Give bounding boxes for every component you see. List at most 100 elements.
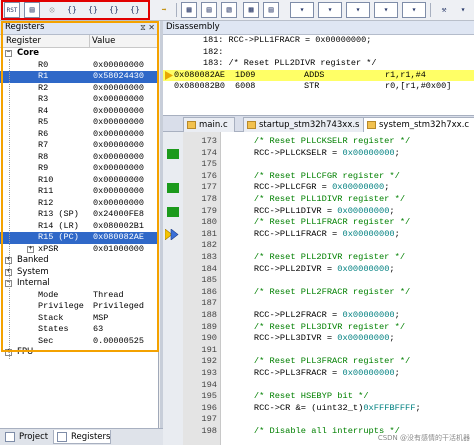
disassembly-source-line[interactable]: 182:: [163, 47, 474, 59]
register-row[interactable]: R9 0x00000000: [0, 163, 158, 175]
tab-main-c[interactable]: main.c: [183, 117, 235, 132]
code-line[interactable]: 180 /* Reset PLL1FRACR register */: [163, 217, 474, 229]
analysis-window-icon[interactable]: ▾: [374, 2, 398, 18]
register-value[interactable]: 0x00000000: [93, 117, 144, 129]
register-value[interactable]: 0x00000000: [93, 106, 144, 118]
register-row[interactable]: R5 0x00000000: [0, 117, 158, 129]
disassembly-instruction[interactable]: 0x080082B0 6008 STR r0,[r1,#0x00]: [163, 81, 474, 93]
code-line[interactable]: 189 /* Reset PLL3DIVR register */: [163, 322, 474, 334]
register-value[interactable]: 0x00000000: [93, 198, 144, 210]
code-line[interactable]: 190 RCC->PLL3DIVR = 0x00000000;: [163, 333, 474, 345]
arrow-right-icon[interactable]: ➡: [156, 2, 172, 18]
register-value[interactable]: 0x00000000: [93, 83, 144, 95]
code-line[interactable]: 178 /* Reset PLL1DIVR register */: [163, 194, 474, 206]
memory-window-icon[interactable]: ▾: [318, 2, 342, 18]
code-line[interactable]: 186 /* Reset PLL2FRACR register */: [163, 287, 474, 299]
register-row[interactable]: Sec 0.00000525: [0, 336, 158, 348]
register-row[interactable]: R8 0x00000000: [0, 152, 158, 164]
code-line[interactable]: 182: [163, 240, 474, 252]
code-line[interactable]: 185: [163, 275, 474, 287]
code-line[interactable]: 194: [163, 380, 474, 392]
register-row[interactable]: R11 0x00000000: [0, 186, 158, 198]
register-value[interactable]: 0x00000000: [93, 175, 144, 187]
tab-startup-s[interactable]: startup_stm32h743xx.s: [243, 117, 367, 132]
register-value[interactable]: 0x00000000: [93, 60, 144, 72]
code-line[interactable]: 195 /* Reset HSEBYP bit */: [163, 391, 474, 403]
code-line[interactable]: 181 RCC->PLL1FRACR = 0x00000000;: [163, 228, 474, 241]
register-value[interactable]: 0x00000000: [93, 163, 144, 175]
column-value[interactable]: Value: [92, 35, 115, 47]
register-row[interactable]: R2 0x00000000: [0, 83, 158, 95]
register-group[interactable]: − Internal: [0, 278, 158, 290]
source-editor[interactable]: 173 /* Reset PLLCKSELR register */174 RC…: [163, 132, 474, 445]
code-line[interactable]: 174 RCC->PLLCKSELR = 0x00000000;: [163, 148, 474, 160]
register-value[interactable]: 0x00000000: [93, 140, 144, 152]
code-line[interactable]: 196 RCC->CR &= (uint32_t)0xFFFBFFFF;: [163, 403, 474, 415]
code-line[interactable]: 183 /* Reset PLL2DIVR register */: [163, 252, 474, 264]
disassembly-listing[interactable]: 181: RCC->PLL1FRACR = 0x00000000; 182: 183…: [163, 35, 474, 93]
disassembly-source-line[interactable]: 183: /* Reset PLL2DIVR register */: [163, 58, 474, 70]
disassembly-source-line[interactable]: 181: RCC->PLL1FRACR = 0x00000000;: [163, 35, 474, 47]
register-row[interactable]: R15 (PC) 0x080082AE: [0, 232, 158, 244]
code-line[interactable]: 193 RCC->PLL3FRACR = 0x00000000;: [163, 368, 474, 380]
tab-project[interactable]: Project: [2, 430, 52, 444]
column-register[interactable]: Register: [6, 35, 41, 47]
register-row[interactable]: Mode Thread: [0, 290, 158, 302]
register-value[interactable]: 0x00000000: [93, 152, 144, 164]
register-value[interactable]: 63: [93, 324, 103, 336]
register-value[interactable]: 0x00000000: [93, 186, 144, 198]
register-row[interactable]: R0 0x00000000: [0, 60, 158, 72]
code-line[interactable]: 188 RCC->PLL2FRACR = 0x00000000;: [163, 310, 474, 322]
register-value[interactable]: 0x24000FE8: [93, 209, 144, 221]
code-line[interactable]: 197: [163, 414, 474, 426]
tab-system-c[interactable]: system_stm32h7xx.c: [363, 117, 474, 132]
code-line[interactable]: 192 /* Reset PLL3FRACR register */: [163, 356, 474, 368]
code-line[interactable]: 176 /* Reset PLLCFGR register */: [163, 171, 474, 183]
register-row[interactable]: R10 0x00000000: [0, 175, 158, 187]
register-value[interactable]: 0x00000000: [93, 129, 144, 141]
register-value[interactable]: 0x01000000: [93, 244, 144, 256]
register-row[interactable]: R14 (LR) 0x080002B1: [0, 221, 158, 233]
symbols-window-icon[interactable]: ▧: [221, 2, 237, 18]
register-value[interactable]: 0.00000525: [93, 336, 144, 348]
disassembly-window-icon[interactable]: ▤: [201, 2, 217, 18]
call-stack-window-icon[interactable]: ▤: [263, 2, 279, 18]
register-group[interactable]: + FPU: [0, 347, 158, 359]
register-row[interactable]: States 63: [0, 324, 158, 336]
register-value[interactable]: MSP: [93, 313, 108, 325]
register-value[interactable]: 0x00000000: [93, 94, 144, 106]
register-row[interactable]: + xPSR 0x01000000: [0, 244, 158, 256]
trace-window-icon[interactable]: ▾: [402, 2, 426, 18]
register-row[interactable]: R4 0x00000000: [0, 106, 158, 118]
column-divider[interactable]: [89, 35, 90, 47]
register-row[interactable]: R12 0x00000000: [0, 198, 158, 210]
code-line[interactable]: 179 RCC->PLL1DIVR = 0x00000000;: [163, 206, 474, 218]
register-group[interactable]: − Core: [0, 48, 158, 60]
code-line[interactable]: 175: [163, 159, 474, 171]
watch-window-icon[interactable]: ▾: [290, 2, 314, 18]
register-row[interactable]: Stack MSP: [0, 313, 158, 325]
register-row[interactable]: R7 0x00000000: [0, 140, 158, 152]
register-row[interactable]: R13 (SP) 0x24000FE8: [0, 209, 158, 221]
register-value[interactable]: 0x58024430: [93, 71, 144, 83]
collapse-icon[interactable]: −: [5, 50, 12, 57]
register-value[interactable]: Thread: [93, 290, 124, 302]
register-row[interactable]: R6 0x00000000: [0, 129, 158, 141]
register-value[interactable]: 0x080082AE: [93, 232, 144, 244]
code-line[interactable]: 184 RCC->PLL2DIVR = 0x00000000;: [163, 264, 474, 276]
register-row[interactable]: R3 0x00000000: [0, 94, 158, 106]
tools-icon[interactable]: ⚒: [436, 2, 452, 18]
command-window-icon[interactable]: ▦: [181, 2, 197, 18]
code-line[interactable]: 177 RCC->PLLCFGR = 0x00000000;: [163, 182, 474, 194]
disassembly-instruction[interactable]: 0x080082AE 1D09 ADDS r1,r1,#4: [163, 69, 474, 81]
register-row[interactable]: Privilege Privileged: [0, 301, 158, 313]
code-line[interactable]: 187: [163, 298, 474, 310]
serial-window-icon[interactable]: ▾: [346, 2, 370, 18]
tab-registers[interactable]: Registers: [53, 430, 111, 444]
code-line[interactable]: 191: [163, 345, 474, 357]
register-value[interactable]: 0x080002B1: [93, 221, 144, 233]
register-row[interactable]: R1 0x58024430: [0, 71, 158, 83]
expand-icon[interactable]: +: [27, 245, 34, 253]
register-value[interactable]: Privileged: [93, 301, 144, 313]
register-group[interactable]: + System: [0, 267, 158, 279]
